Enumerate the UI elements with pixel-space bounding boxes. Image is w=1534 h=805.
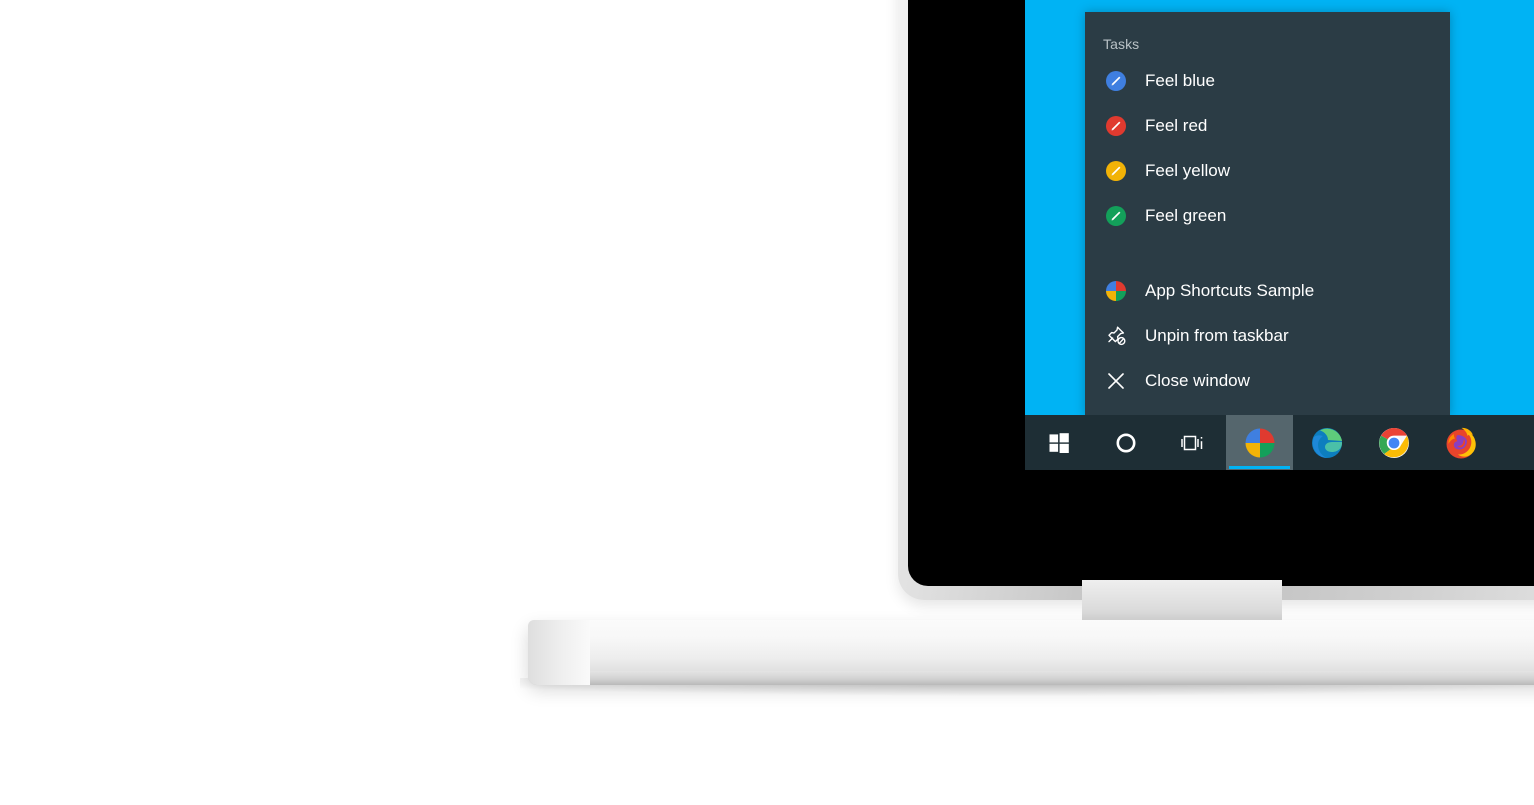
cortana-circle-icon (1114, 431, 1138, 455)
jumplist-header: Tasks (1103, 36, 1140, 52)
pencil-circle-icon (1103, 68, 1129, 94)
jumplist-item-label: App Shortcuts Sample (1145, 280, 1315, 300)
jumplist-item-feel-red[interactable]: Feel red (1085, 103, 1450, 148)
taskbar-item-edge[interactable] (1293, 415, 1360, 470)
jumplist-item-label: Feel red (1145, 115, 1208, 135)
taskbar-item-app-shortcuts[interactable] (1226, 415, 1293, 470)
task-view-icon (1180, 431, 1206, 455)
chrome-icon (1378, 427, 1410, 459)
taskbar-item-task-view[interactable] (1159, 415, 1226, 470)
jumplist-item-label: Feel yellow (1145, 160, 1231, 180)
jumplist-item-unpin-from-taskbar[interactable]: Unpin from taskbar (1085, 313, 1450, 358)
jumplist-item-label: Feel blue (1145, 70, 1215, 90)
taskbar-item-chrome[interactable] (1360, 415, 1427, 470)
app-pie-icon (1103, 278, 1129, 304)
taskbar-item-cortana[interactable] (1092, 415, 1159, 470)
close-icon (1103, 368, 1129, 394)
jumplist-separator (1085, 238, 1450, 268)
pencil-circle-icon (1103, 203, 1129, 229)
pencil-circle-icon (1103, 158, 1129, 184)
jumplist-item-label: Feel green (1145, 205, 1227, 225)
app-pie-icon (1244, 427, 1276, 459)
firefox-icon (1445, 427, 1477, 459)
jumplist-item-label: Close window (1145, 370, 1250, 390)
jumplist-menu: Tasks Feel blue Feel red Feel yellow Fee… (1085, 12, 1450, 416)
laptop-screen: Tasks Feel blue Feel red Feel yellow Fee… (1025, 0, 1534, 470)
jumplist-item-close-window[interactable]: Close window (1085, 358, 1450, 403)
jumplist-item-app-shortcuts-sample[interactable]: App Shortcuts Sample (1085, 268, 1450, 313)
unpin-icon (1103, 323, 1129, 349)
windows-start-icon (1048, 432, 1070, 454)
laptop-base-front-edge (528, 671, 1534, 685)
jumplist-item-feel-yellow[interactable]: Feel yellow (1085, 148, 1450, 193)
taskbar-item-firefox[interactable] (1427, 415, 1494, 470)
laptop-base-left-shade (528, 620, 590, 685)
edge-icon (1311, 427, 1343, 459)
taskbar (1025, 415, 1534, 470)
pencil-circle-icon (1103, 113, 1129, 139)
jumplist-item-feel-green[interactable]: Feel green (1085, 193, 1450, 238)
screenshot-root: Tasks Feel blue Feel red Feel yellow Fee… (0, 0, 1534, 805)
jumplist-item-feel-blue[interactable]: Feel blue (1085, 58, 1450, 103)
taskbar-item-start[interactable] (1025, 415, 1092, 470)
jumplist-item-label: Unpin from taskbar (1145, 325, 1289, 345)
